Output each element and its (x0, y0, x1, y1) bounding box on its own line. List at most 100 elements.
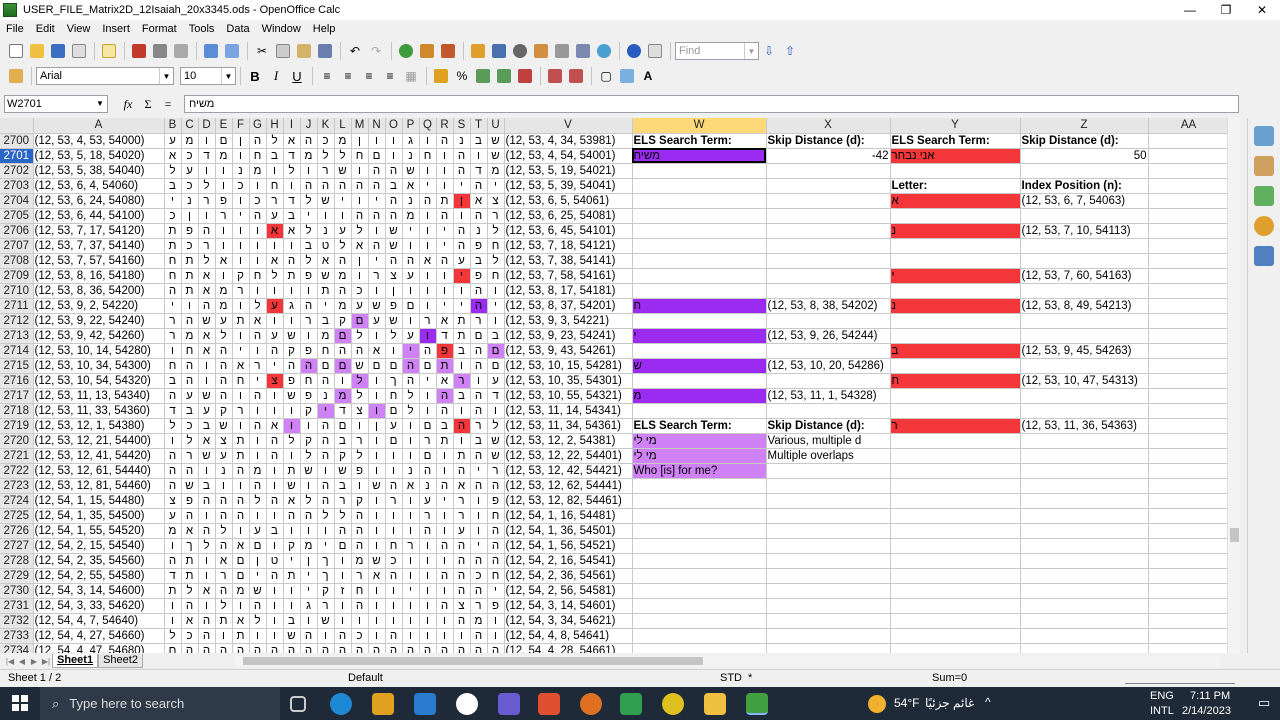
cell-aa[interactable] (1148, 298, 1230, 314)
letter-cell[interactable]: א (402, 478, 420, 494)
cell-x[interactable] (766, 493, 891, 509)
letter-cell[interactable]: ו (453, 403, 471, 419)
cell-aa[interactable] (1148, 463, 1230, 479)
letter-cell[interactable]: ה (334, 643, 352, 653)
cell-y[interactable] (890, 568, 1021, 584)
cell-z[interactable] (1020, 538, 1149, 554)
letter-cell[interactable]: ת (283, 568, 301, 584)
letter-cell[interactable]: ל (283, 433, 301, 449)
print-icon[interactable] (150, 41, 170, 61)
letter-cell[interactable]: ה (351, 538, 369, 554)
letter-cell[interactable]: ם (487, 358, 505, 374)
letter-cell[interactable]: ת (436, 358, 454, 374)
letter-cell[interactable]: ו (266, 583, 284, 599)
tab-sheet1[interactable]: Sheet1 (52, 654, 99, 668)
letter-cell[interactable]: פ (470, 268, 488, 284)
cell-w[interactable] (632, 553, 767, 569)
letter-cell[interactable]: ב (470, 253, 488, 269)
cell-y[interactable] (890, 403, 1021, 419)
letter-cell[interactable]: ת (232, 448, 250, 464)
cell-coordinate-v[interactable]: (12, 53, 12, 22, 54401) (504, 448, 633, 464)
letter-cell[interactable]: א (198, 433, 216, 449)
letter-cell[interactable]: ע (334, 223, 352, 239)
letter-cell[interactable]: ה (215, 373, 233, 389)
letter-cell[interactable]: ם (334, 418, 352, 434)
letter-cell[interactable]: ש (283, 478, 301, 494)
letter-cell[interactable]: ו (351, 193, 369, 209)
letter-cell[interactable]: י (402, 583, 420, 599)
row-header[interactable]: 2730 (0, 583, 34, 599)
cell-y[interactable]: Letter: (890, 178, 1021, 194)
letter-cell[interactable]: כ (181, 418, 199, 434)
letter-cell[interactable]: ו (266, 388, 284, 404)
cell-aa[interactable] (1148, 613, 1230, 629)
cell-aa[interactable] (1148, 373, 1230, 389)
cell-x[interactable]: Skip Distance (d): (766, 133, 891, 149)
letter-cell[interactable]: ה (198, 493, 216, 509)
font-size-box[interactable]: 10 ▼ (180, 67, 236, 85)
letter-cell[interactable]: ב (164, 178, 182, 194)
letter-cell[interactable]: ד (198, 148, 216, 164)
letter-cell[interactable]: ו (198, 508, 216, 524)
letter-cell[interactable]: ה (249, 643, 267, 653)
letter-cell[interactable]: ם (419, 448, 437, 464)
cell-coordinate-v[interactable]: (12, 54, 2, 56, 54581) (504, 583, 633, 599)
tray-chevron-icon[interactable]: ^ (985, 695, 991, 709)
letter-cell[interactable]: ש (385, 313, 403, 329)
letter-cell[interactable]: ו (317, 208, 335, 224)
letter-cell[interactable]: ש (198, 448, 216, 464)
letter-cell[interactable]: ו (232, 238, 250, 254)
letter-cell[interactable]: ה (385, 193, 403, 209)
letter-cell[interactable]: נ (215, 463, 233, 479)
cell-coordinate-v[interactable]: (12, 54, 3, 14, 54601) (504, 598, 633, 614)
letter-cell[interactable]: ו (419, 613, 437, 629)
letter-cell[interactable]: ו (300, 478, 318, 494)
cell-z[interactable] (1020, 478, 1149, 494)
letter-cell[interactable]: ע (215, 448, 233, 464)
cell-aa[interactable] (1148, 313, 1230, 329)
cell-coordinate[interactable]: (12, 54, 1, 35, 54500) (33, 508, 165, 524)
letter-cell[interactable]: ע (198, 403, 216, 419)
letter-cell[interactable]: ו (419, 403, 437, 419)
letter-cell[interactable]: ו (436, 148, 454, 164)
letter-cell[interactable]: ה (249, 478, 267, 494)
letter-cell[interactable]: י (419, 373, 437, 389)
cell-z[interactable] (1020, 463, 1149, 479)
letter-cell[interactable]: מ (249, 163, 267, 179)
letter-cell[interactable]: ו (266, 403, 284, 419)
cell-w[interactable] (632, 598, 767, 614)
letter-cell[interactable]: ה (266, 568, 284, 584)
letter-cell[interactable]: ע (453, 253, 471, 269)
last-sheet-icon[interactable]: ▶| (40, 657, 52, 666)
letter-cell[interactable]: ה (164, 478, 182, 494)
letter-cell[interactable]: ו (453, 433, 471, 449)
column-header[interactable]: P (402, 118, 420, 134)
letter-cell[interactable]: ע (419, 493, 437, 509)
letter-cell[interactable]: פ (300, 268, 318, 284)
letter-cell[interactable]: ו (351, 418, 369, 434)
letter-cell[interactable]: ח (419, 148, 437, 164)
letter-cell[interactable]: ה (215, 493, 233, 509)
menu-edit[interactable]: Edit (30, 23, 61, 35)
letter-cell[interactable]: צ (351, 403, 369, 419)
cell-w[interactable] (632, 238, 767, 254)
letter-cell[interactable]: ב (436, 418, 454, 434)
letter-cell[interactable]: א (181, 613, 199, 629)
letter-cell[interactable]: כ (249, 193, 267, 209)
letter-cell[interactable]: ה (249, 418, 267, 434)
letter-cell[interactable]: ו (266, 598, 284, 614)
letter-cell[interactable]: ד (470, 163, 488, 179)
gallery-sidebar-icon[interactable] (1254, 186, 1274, 206)
letter-cell[interactable]: ת (283, 463, 301, 479)
letter-cell[interactable]: ב (266, 523, 284, 539)
letter-cell[interactable]: ו (266, 628, 284, 644)
letter-cell[interactable]: ו (368, 538, 386, 554)
cell-coordinate[interactable]: (12, 53, 10, 54, 54320) (33, 373, 165, 389)
letter-cell[interactable]: פ (181, 493, 199, 509)
show-draw-icon[interactable] (489, 41, 509, 61)
letter-cell[interactable]: ו (419, 163, 437, 179)
letter-cell[interactable]: ו (368, 373, 386, 389)
letter-cell[interactable]: ע (402, 328, 420, 344)
cell-z[interactable]: (12, 53, 6, 7, 54063) (1020, 193, 1149, 209)
letter-cell[interactable]: ל (198, 538, 216, 554)
